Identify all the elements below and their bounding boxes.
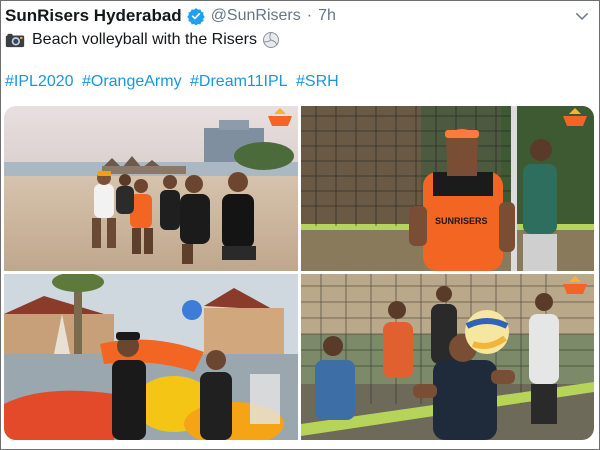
account-name[interactable]: SunRisers Hyderabad — [5, 6, 182, 26]
tweet-timestamp[interactable]: 7h — [318, 7, 336, 25]
chevron-down-icon[interactable] — [573, 7, 591, 25]
hashtag-list: #IPL2020 #OrangeArmy #Dream11IPL #SRH — [5, 73, 343, 91]
photo-player-net[interactable]: SUNRISERS — [301, 106, 594, 271]
photo-grid: SUNRISERS — [4, 106, 594, 440]
account-handle[interactable]: @SunRisers — [211, 7, 301, 25]
camera-emoji-icon — [5, 33, 25, 47]
hashtag-ipl2020[interactable]: #IPL2020 — [5, 73, 74, 90]
photo-volleyball-player[interactable] — [301, 274, 594, 440]
tweet-card: SunRisers Hyderabad @SunRisers · 7h Beac… — [0, 0, 600, 450]
separator-dot: · — [306, 7, 313, 24]
photo-inflatable-slide[interactable] — [4, 274, 298, 440]
tweet-text: Beach volleyball with the Risers — [32, 31, 257, 48]
tweet-text-line: Beach volleyball with the Risers — [5, 29, 280, 51]
jersey-sponsor-text: SUNRISERS — [435, 216, 488, 226]
volleyball-emoji-icon — [263, 32, 279, 48]
verified-badge-icon — [186, 8, 205, 25]
hashtag-srh[interactable]: #SRH — [296, 73, 339, 90]
hashtag-dream11ipl[interactable]: #Dream11IPL — [190, 73, 288, 90]
hashtag-orangearmy[interactable]: #OrangeArmy — [82, 73, 182, 90]
tweet-header: SunRisers Hyderabad @SunRisers · 7h — [5, 3, 591, 29]
photo-beach-group[interactable] — [4, 106, 298, 271]
